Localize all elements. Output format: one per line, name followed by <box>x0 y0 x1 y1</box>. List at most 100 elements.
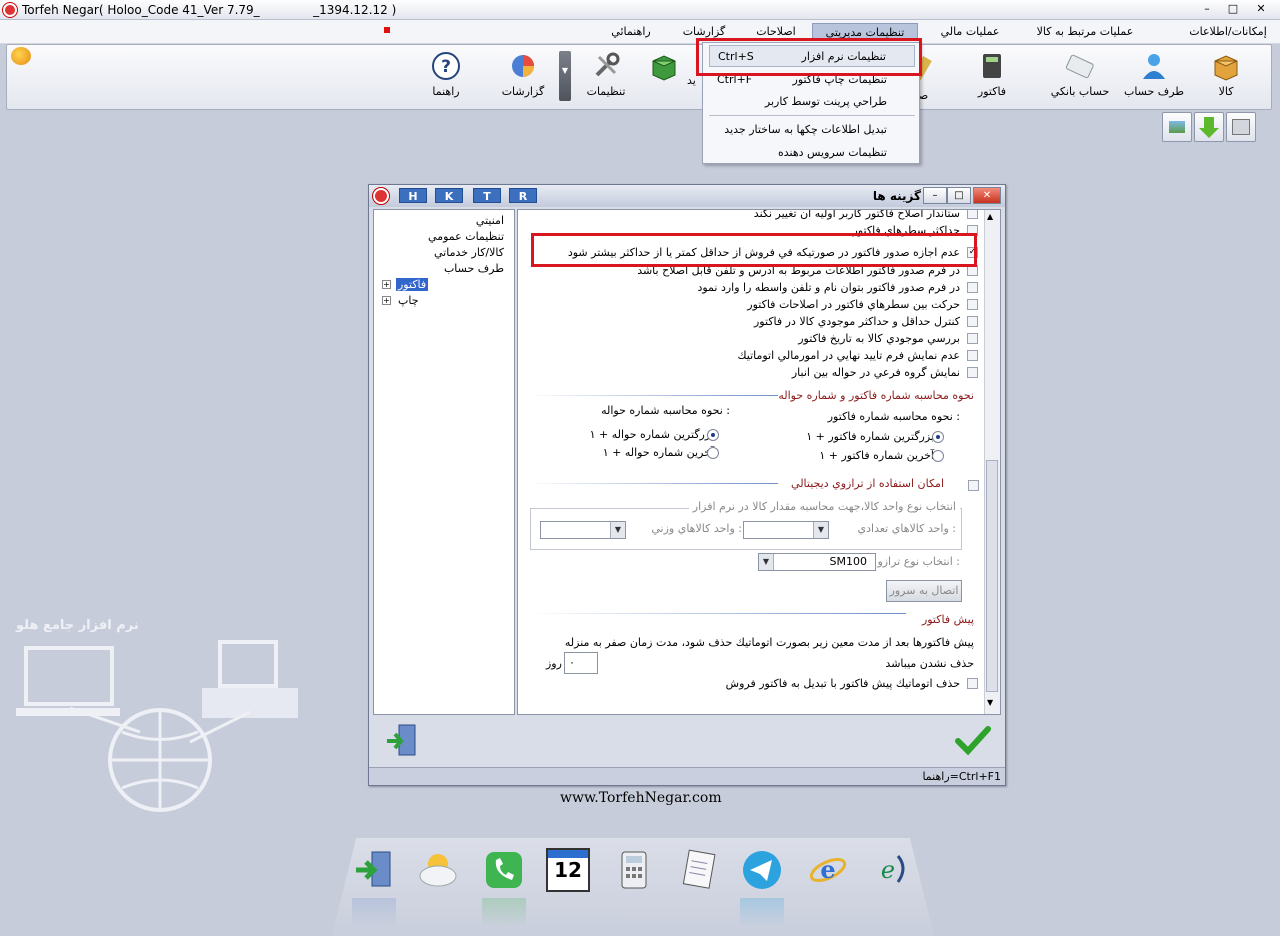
title-bar: Torfeh Negar( Holoo_Code 41_Ver 7.79_ _1… <box>0 0 1280 20</box>
exit-icon[interactable] <box>352 848 396 892</box>
menu-goods-ops[interactable]: عمليات مرتبط به كالا <box>1030 23 1140 41</box>
transfer-opt-largest[interactable]: بزرگترين شماره حواله + ۱ <box>590 428 714 441</box>
toolbar-goods-button[interactable]: كالا <box>1191 49 1261 107</box>
tree-expand-icon[interactable]: + <box>382 280 391 289</box>
scale-type-select[interactable]: ▼ SM100 <box>758 553 876 571</box>
option-row[interactable]: در فرم صدور فاكتور بتوان نام و تلفن واسط… <box>697 280 978 296</box>
toolbar-bank-button[interactable]: حساب بانكي <box>1041 49 1119 107</box>
menu-financial-ops[interactable]: عمليات مالي <box>930 23 1010 41</box>
scale-unit-group-title: انتخاب نوع واحد كالا،جهت محاسبه مقدار كا… <box>688 500 960 513</box>
dock-bar: 12 e e <box>332 838 934 936</box>
calculator-register-icon <box>983 54 1001 78</box>
option-checkbox[interactable] <box>967 282 978 293</box>
option-row[interactable]: عدم نمايش فرم تاييد نهايي در امورمالي ات… <box>737 348 978 364</box>
telegram-icon[interactable] <box>740 848 784 892</box>
menu-item-convert-cheques[interactable]: تبديل اطلاعات چكها به ساختار جديد <box>709 119 915 141</box>
toolbar-party-button[interactable]: طرف حساب <box>1119 49 1189 107</box>
numbering-section-title: نحوه محاسبه شماره فاكتور و شماره حواله <box>778 389 974 402</box>
menu-basic-info[interactable]: إمكانات/اطلاعات پايه <box>1180 23 1276 56</box>
calendar-icon[interactable]: 12 <box>546 848 590 892</box>
weather-icon[interactable] <box>416 848 460 892</box>
scroll-down-icon[interactable]: ▼ <box>987 698 993 707</box>
hotkey-k-button[interactable]: K <box>435 188 463 203</box>
radio-invoice-largest[interactable] <box>932 431 944 443</box>
option-row[interactable]: كنترل حداقل و حداكثر موجودي كالا در فاكت… <box>754 314 978 330</box>
toolbar-help-button[interactable]: ? راهنما <box>411 49 481 107</box>
option-checkbox[interactable] <box>967 316 978 327</box>
option-row[interactable]: نمايش گروه فرعي در حواله بين انبار <box>792 365 978 381</box>
scroll-thumb[interactable] <box>986 460 998 692</box>
maximize-button[interactable]: □ <box>1222 1 1244 17</box>
network-illustration-icon <box>16 640 298 812</box>
toolbar-invoice-button[interactable]: فاكتور <box>957 49 1027 107</box>
scroll-up-icon[interactable]: ▲ <box>987 212 993 221</box>
hotkey-h-button[interactable]: H <box>399 188 427 203</box>
exit-door-icon[interactable] <box>385 723 419 759</box>
tree-expand-icon[interactable]: + <box>382 296 391 305</box>
menu-item-print-design[interactable]: طراحي پرينت توسط كاربر <box>709 91 915 113</box>
transfer-opt-last[interactable]: آخرين شماره حواله + ۱ <box>603 446 714 459</box>
dialog-maximize-button[interactable]: □ <box>947 187 971 204</box>
count-unit-select[interactable]: ▼ <box>743 521 829 539</box>
option-checkbox[interactable] <box>967 210 978 219</box>
toolbar-dropdown-arrow[interactable]: ▼ <box>559 51 571 101</box>
svg-text:?: ? <box>441 57 451 77</box>
tree-item-goods[interactable]: كالا/كار خدماتي <box>434 246 504 259</box>
hotkey-r-button[interactable]: R <box>509 188 537 203</box>
tree-item-print[interactable]: چاپ <box>398 294 419 307</box>
confirm-check-icon[interactable] <box>955 725 991 757</box>
option-checkbox[interactable] <box>967 678 978 689</box>
section-divider <box>526 483 778 484</box>
option-row[interactable]: بررسي موجودي كالا به تاريخ فاكتور <box>798 331 978 347</box>
tree-item-general[interactable]: تنظيمات عمومي <box>428 230 504 243</box>
download-arrow-icon[interactable] <box>1194 112 1224 142</box>
radio-transfer-last[interactable] <box>707 447 719 459</box>
phone-icon[interactable] <box>482 848 526 892</box>
count-unit-label: واحد كالاهاي تعدادي : <box>857 522 956 535</box>
dock-reflection <box>482 898 526 928</box>
ie-icon[interactable]: e <box>806 848 850 892</box>
ecommerce-icon[interactable]: e <box>868 848 912 892</box>
tree-item-invoice[interactable]: فاكتور <box>396 278 429 291</box>
options-tree: امنيتي تنظيمات عمومي كالا/كار خدماتي طرف… <box>373 209 515 715</box>
option-checkbox[interactable] <box>967 333 978 344</box>
dialog-minimize-button[interactable]: – <box>923 187 947 204</box>
invoice-opt-last[interactable]: آخرين شماره فاكتور + ۱ <box>819 449 934 462</box>
option-checkbox[interactable] <box>967 299 978 310</box>
option-row[interactable]: حركت بين سطرهاي فاكتور در اصلاحات فاكتور <box>747 297 978 313</box>
option-checkbox[interactable] <box>967 367 978 378</box>
option-checkbox[interactable] <box>967 350 978 361</box>
close-button[interactable]: ✕ <box>1250 1 1272 17</box>
weight-unit-label: واحد كالاهاي وزني : <box>651 522 742 535</box>
package-icon[interactable] <box>1226 112 1256 142</box>
hotkey-t-button[interactable]: T <box>473 188 501 203</box>
palette-icon[interactable] <box>11 47 31 65</box>
tree-item-party[interactable]: طرف حساب <box>444 262 504 275</box>
calculator-icon[interactable] <box>612 848 656 892</box>
svg-text:e: e <box>881 856 895 884</box>
invoice-opt-largest[interactable]: بزرگترين شماره فاكتور + ۱ <box>806 430 934 443</box>
dialog-close-button[interactable]: ✕ <box>973 187 1001 204</box>
notepad-icon[interactable] <box>676 848 720 892</box>
image-icon[interactable] <box>1162 112 1192 142</box>
minimize-button[interactable]: – <box>1196 1 1218 17</box>
record-indicator-icon <box>384 27 390 33</box>
radio-transfer-largest[interactable] <box>707 429 719 441</box>
highlight-annotation <box>696 38 922 76</box>
menu-help[interactable]: راهنمائي <box>596 23 666 41</box>
preinvoice-days-input[interactable]: ۰ <box>564 652 598 674</box>
weight-unit-select[interactable]: ▼ <box>540 521 626 539</box>
section-divider <box>526 613 906 614</box>
radio-invoice-last[interactable] <box>932 450 944 462</box>
menu-item-server-settings[interactable]: تنظيمات سرويس دهنده <box>709 142 915 164</box>
toolbar-reports-button[interactable]: گزارشات <box>487 49 559 107</box>
tree-item-security[interactable]: امنيتي <box>476 214 504 227</box>
scale-enable-checkbox[interactable] <box>968 480 979 491</box>
option-row[interactable]: حذف اتوماتيك پيش فاكتور با تبديل به فاكت… <box>726 676 978 692</box>
option-row[interactable]: ستاندار اصلاح فاكتور كاربر اوليه آن تغيي… <box>754 210 978 222</box>
toolbar-settings-button[interactable]: تنظيمات <box>571 49 641 107</box>
website-url[interactable]: www.TorfehNegar.com <box>560 790 722 806</box>
connect-server-button[interactable]: اتصال به سرور <box>886 580 962 602</box>
quick-buttons <box>1160 112 1260 144</box>
options-scrollbar[interactable]: ▲ ▼ <box>984 210 1000 714</box>
